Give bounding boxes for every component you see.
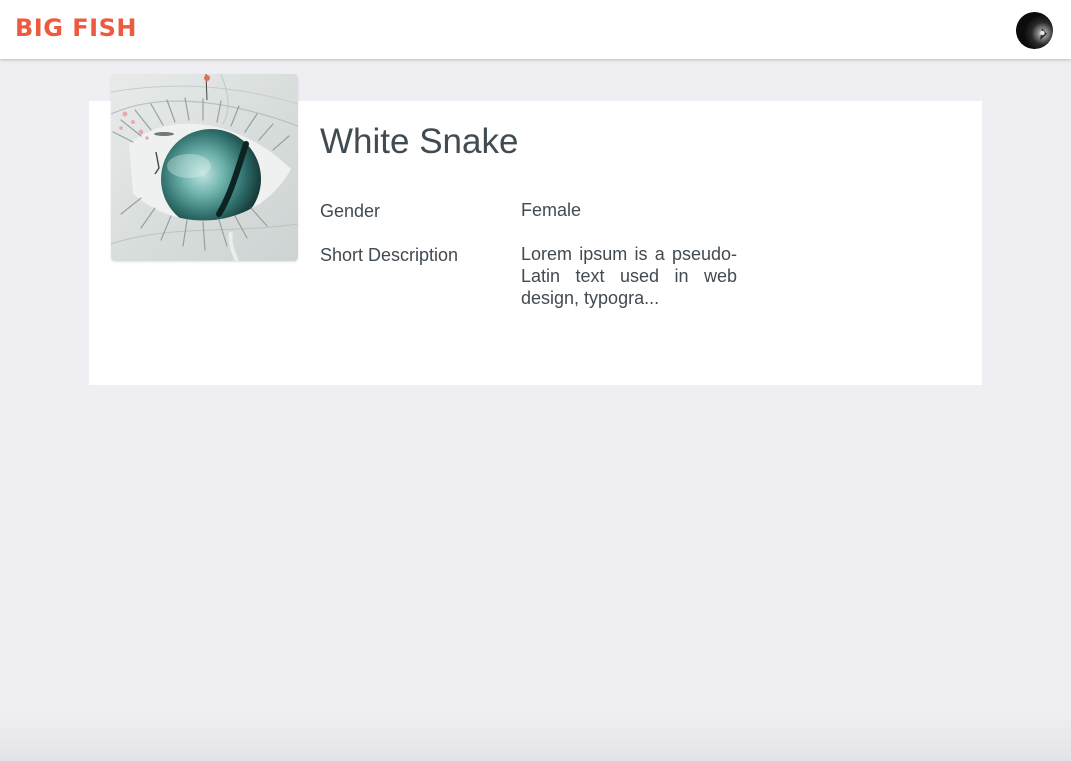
brand-logo[interactable]: BIG FISH: [15, 12, 137, 44]
user-avatar-icon[interactable]: [1016, 12, 1053, 49]
gender-value: Female: [521, 200, 582, 220]
page: BIG FISH White Snake Gender Female Short…: [0, 0, 1071, 761]
description-value: Lorem ipsum is a pseudo-Latin text used …: [521, 244, 737, 308]
profile-name: White Snake: [320, 122, 519, 161]
description-label: Short Description: [320, 245, 459, 265]
top-app-bar: BIG FISH: [0, 0, 1071, 59]
gender-label: Gender: [320, 201, 381, 221]
eye-artwork-image: [111, 74, 298, 261]
